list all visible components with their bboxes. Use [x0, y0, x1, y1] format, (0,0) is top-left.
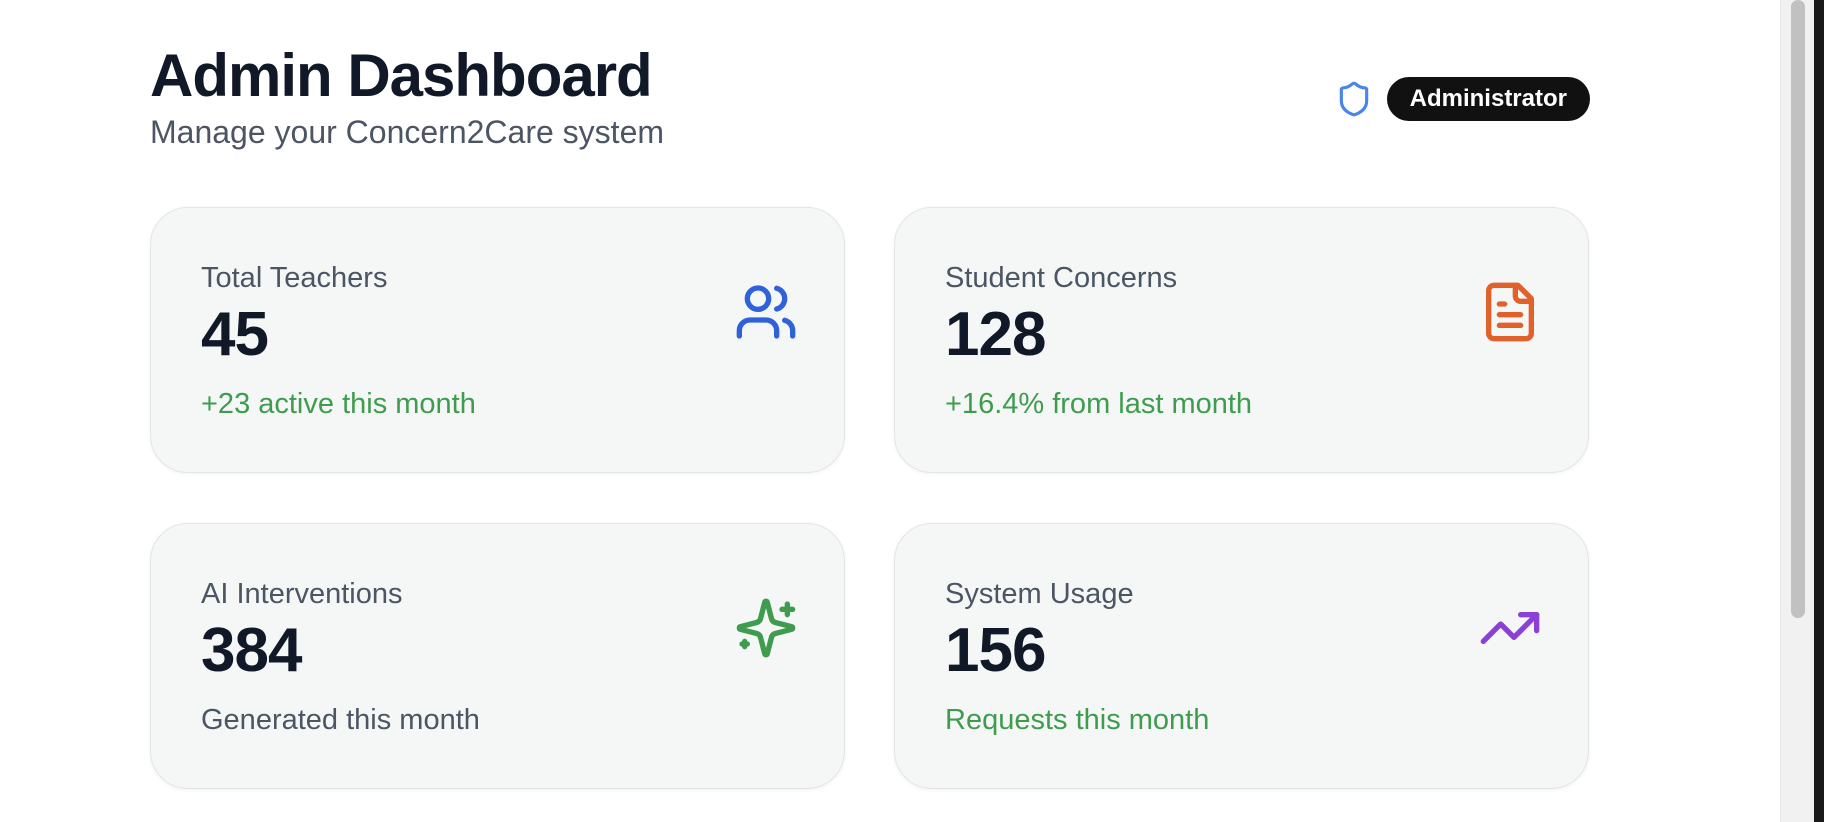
stat-note: Requests this month	[945, 704, 1210, 736]
stat-label: Student Concerns	[945, 262, 1178, 294]
page-title: Admin Dashboard	[150, 42, 653, 109]
admin-dashboard-page: Admin Dashboard Manage your Concern2Care…	[150, 0, 1590, 822]
stat-note: +23 active this month	[201, 388, 476, 420]
shield-icon	[1335, 78, 1373, 120]
stat-label: Total Teachers	[201, 262, 388, 294]
dashboard-header: Admin Dashboard Manage your Concern2Care…	[150, 40, 1590, 160]
role-badge: Administrator	[1386, 77, 1590, 121]
stat-value: 45	[201, 300, 269, 369]
stats-grid: Total Teachers 45 +23 active this month …	[150, 207, 1590, 791]
stat-card-student-concerns: Student Concerns 128 +16.4% from last mo…	[894, 207, 1589, 473]
stat-card-total-teachers: Total Teachers 45 +23 active this month	[150, 207, 845, 473]
page-subtitle: Manage your Concern2Care system	[150, 114, 665, 150]
sparkles-icon	[734, 596, 798, 660]
users-icon	[734, 280, 798, 344]
stat-card-ai-interventions: AI Interventions 384 Generated this mont…	[150, 523, 845, 789]
file-text-icon	[1478, 280, 1542, 344]
stat-label: AI Interventions	[201, 578, 403, 610]
stat-label: System Usage	[945, 578, 1134, 610]
stat-value: 128	[945, 300, 1046, 369]
trending-up-icon	[1478, 596, 1542, 660]
user-role: Administrator	[1335, 76, 1590, 122]
stat-value: 156	[945, 616, 1046, 685]
vertical-scrollbar[interactable]	[1780, 0, 1824, 822]
scrollbar-thumb[interactable]	[1791, 0, 1805, 618]
stat-value: 384	[201, 616, 302, 685]
stat-note: Generated this month	[201, 704, 480, 736]
stat-card-system-usage: System Usage 156 Requests this month	[894, 523, 1589, 789]
stat-note: +16.4% from last month	[945, 388, 1253, 420]
window-edge	[1814, 0, 1824, 822]
